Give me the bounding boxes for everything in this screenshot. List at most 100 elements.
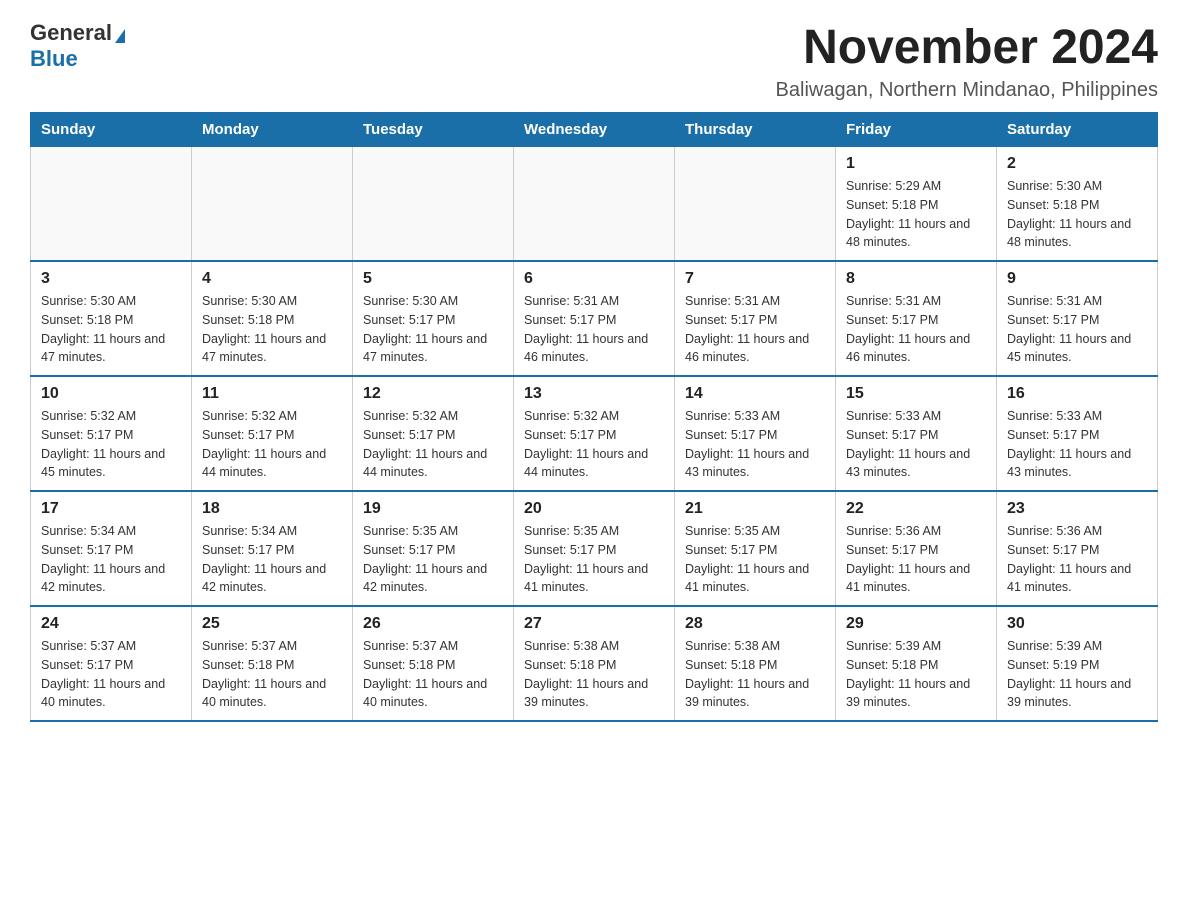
day-info: Sunrise: 5:31 AMSunset: 5:17 PMDaylight:…	[1007, 292, 1147, 367]
day-info: Sunrise: 5:30 AMSunset: 5:18 PMDaylight:…	[41, 292, 181, 367]
header: General Blue November 2024 Baliwagan, No…	[30, 20, 1158, 102]
day-number: 7	[685, 270, 825, 288]
calendar-cell	[675, 147, 836, 262]
day-number: 19	[363, 500, 503, 518]
calendar-header-wednesday: Wednesday	[514, 113, 675, 147]
calendar-cell: 30 Sunrise: 5:39 AMSunset: 5:19 PMDayligh…	[997, 606, 1158, 721]
calendar-table: SundayMondayTuesdayWednesdayThursdayFrid…	[30, 112, 1158, 722]
calendar-cell: 25Sunrise: 5:37 AMSunset: 5:18 PMDayligh…	[192, 606, 353, 721]
day-number: 4	[202, 270, 342, 288]
calendar-week-row: 1 Sunrise: 5:29 AMSunset: 5:18 PMDaylight…	[31, 147, 1158, 262]
calendar-header-row: SundayMondayTuesdayWednesdayThursdayFrid…	[31, 113, 1158, 147]
calendar-header-tuesday: Tuesday	[353, 113, 514, 147]
day-number: 3	[41, 270, 181, 288]
day-info: Sunrise: 5:30 AMSunset: 5:17 PMDaylight:…	[363, 292, 503, 367]
day-number: 11	[202, 385, 342, 403]
day-info: Sunrise: 5:30 AMSunset: 5:18 PMDaylight:…	[1007, 177, 1147, 252]
day-info: Sunrise: 5:33 AMSunset: 5:17 PMDaylight:…	[685, 407, 825, 482]
day-info: Sunrise: 5:32 AMSunset: 5:17 PMDaylight:…	[524, 407, 664, 482]
calendar-cell: 3 Sunrise: 5:30 AMSunset: 5:18 PMDaylight…	[31, 261, 192, 376]
calendar-cell: 7 Sunrise: 5:31 AMSunset: 5:17 PMDaylight…	[675, 261, 836, 376]
day-info: Sunrise: 5:32 AMSunset: 5:17 PMDaylight:…	[41, 407, 181, 482]
calendar-header-friday: Friday	[836, 113, 997, 147]
calendar-cell: 1 Sunrise: 5:29 AMSunset: 5:18 PMDaylight…	[836, 147, 997, 262]
day-info: Sunrise: 5:37 AMSunset: 5:17 PMDaylight:…	[41, 637, 181, 712]
calendar-header-saturday: Saturday	[997, 113, 1158, 147]
logo-triangle-icon	[115, 29, 125, 43]
day-number: 20	[524, 500, 664, 518]
day-number: 24	[41, 615, 181, 633]
calendar-cell: 23 Sunrise: 5:36 AMSunset: 5:17 PMDayligh…	[997, 491, 1158, 606]
calendar-cell: 9 Sunrise: 5:31 AMSunset: 5:17 PMDaylight…	[997, 261, 1158, 376]
day-info: Sunrise: 5:36 AMSunset: 5:17 PMDaylight:…	[846, 522, 986, 597]
day-number: 10	[41, 385, 181, 403]
day-number: 27	[524, 615, 664, 633]
subtitle: Baliwagan, Northern Mindanao, Philippine…	[776, 79, 1158, 102]
calendar-cell: 10 Sunrise: 5:32 AMSunset: 5:17 PMDayligh…	[31, 376, 192, 491]
calendar-header-sunday: Sunday	[31, 113, 192, 147]
day-info: Sunrise: 5:37 AMSunset: 5:18 PMDaylight:…	[363, 637, 503, 712]
calendar-cell: 8Sunrise: 5:31 AMSunset: 5:17 PMDaylight…	[836, 261, 997, 376]
day-number: 16	[1007, 385, 1147, 403]
calendar-cell: 28 Sunrise: 5:38 AMSunset: 5:18 PMDayligh…	[675, 606, 836, 721]
calendar-cell: 24 Sunrise: 5:37 AMSunset: 5:17 PMDayligh…	[31, 606, 192, 721]
calendar-cell: 22 Sunrise: 5:36 AMSunset: 5:17 PMDayligh…	[836, 491, 997, 606]
day-number: 2	[1007, 155, 1147, 173]
day-info: Sunrise: 5:35 AMSunset: 5:17 PMDaylight:…	[524, 522, 664, 597]
logo: General Blue	[30, 20, 125, 72]
day-number: 22	[846, 500, 986, 518]
day-info: Sunrise: 5:38 AMSunset: 5:18 PMDaylight:…	[685, 637, 825, 712]
calendar-cell: 13 Sunrise: 5:32 AMSunset: 5:17 PMDayligh…	[514, 376, 675, 491]
calendar-cell: 5Sunrise: 5:30 AMSunset: 5:17 PMDaylight…	[353, 261, 514, 376]
title-area: November 2024 Baliwagan, Northern Mindan…	[776, 20, 1158, 102]
day-info: Sunrise: 5:29 AMSunset: 5:18 PMDaylight:…	[846, 177, 986, 252]
day-number: 30	[1007, 615, 1147, 633]
calendar-cell: 26Sunrise: 5:37 AMSunset: 5:18 PMDayligh…	[353, 606, 514, 721]
day-info: Sunrise: 5:39 AMSunset: 5:19 PMDaylight:…	[1007, 637, 1147, 712]
day-info: Sunrise: 5:33 AMSunset: 5:17 PMDaylight:…	[846, 407, 986, 482]
calendar-cell: 6 Sunrise: 5:31 AMSunset: 5:17 PMDaylight…	[514, 261, 675, 376]
logo-general: General	[30, 20, 112, 45]
day-info: Sunrise: 5:35 AMSunset: 5:17 PMDaylight:…	[363, 522, 503, 597]
day-number: 29	[846, 615, 986, 633]
day-info: Sunrise: 5:34 AMSunset: 5:17 PMDaylight:…	[202, 522, 342, 597]
logo-blue: Blue	[30, 46, 78, 71]
calendar-cell	[192, 147, 353, 262]
day-number: 1	[846, 155, 986, 173]
day-info: Sunrise: 5:33 AMSunset: 5:17 PMDaylight:…	[1007, 407, 1147, 482]
day-info: Sunrise: 5:31 AMSunset: 5:17 PMDaylight:…	[685, 292, 825, 367]
calendar-cell: 21Sunrise: 5:35 AMSunset: 5:17 PMDayligh…	[675, 491, 836, 606]
calendar-cell: 11 Sunrise: 5:32 AMSunset: 5:17 PMDayligh…	[192, 376, 353, 491]
calendar-cell: 18Sunrise: 5:34 AMSunset: 5:17 PMDayligh…	[192, 491, 353, 606]
calendar-cell	[31, 147, 192, 262]
day-number: 6	[524, 270, 664, 288]
calendar-cell: 16 Sunrise: 5:33 AMSunset: 5:17 PMDayligh…	[997, 376, 1158, 491]
calendar-cell: 2 Sunrise: 5:30 AMSunset: 5:18 PMDaylight…	[997, 147, 1158, 262]
day-number: 14	[685, 385, 825, 403]
day-number: 28	[685, 615, 825, 633]
calendar-cell: 15 Sunrise: 5:33 AMSunset: 5:17 PMDayligh…	[836, 376, 997, 491]
day-number: 13	[524, 385, 664, 403]
day-number: 23	[1007, 500, 1147, 518]
calendar-cell	[514, 147, 675, 262]
calendar-cell: 17Sunrise: 5:34 AMSunset: 5:17 PMDayligh…	[31, 491, 192, 606]
calendar-week-row: 10 Sunrise: 5:32 AMSunset: 5:17 PMDayligh…	[31, 376, 1158, 491]
day-number: 8	[846, 270, 986, 288]
day-info: Sunrise: 5:30 AMSunset: 5:18 PMDaylight:…	[202, 292, 342, 367]
day-number: 12	[363, 385, 503, 403]
calendar-cell	[353, 147, 514, 262]
calendar-cell: 4 Sunrise: 5:30 AMSunset: 5:18 PMDaylight…	[192, 261, 353, 376]
day-info: Sunrise: 5:31 AMSunset: 5:17 PMDaylight:…	[524, 292, 664, 367]
calendar-cell: 20 Sunrise: 5:35 AMSunset: 5:17 PMDayligh…	[514, 491, 675, 606]
day-info: Sunrise: 5:32 AMSunset: 5:17 PMDaylight:…	[202, 407, 342, 482]
day-number: 15	[846, 385, 986, 403]
day-info: Sunrise: 5:36 AMSunset: 5:17 PMDaylight:…	[1007, 522, 1147, 597]
day-number: 21	[685, 500, 825, 518]
calendar-cell: 14 Sunrise: 5:33 AMSunset: 5:17 PMDayligh…	[675, 376, 836, 491]
day-info: Sunrise: 5:32 AMSunset: 5:17 PMDaylight:…	[363, 407, 503, 482]
calendar-header-thursday: Thursday	[675, 113, 836, 147]
page-title: November 2024	[776, 20, 1158, 75]
calendar-week-row: 24 Sunrise: 5:37 AMSunset: 5:17 PMDayligh…	[31, 606, 1158, 721]
day-number: 9	[1007, 270, 1147, 288]
calendar-week-row: 3 Sunrise: 5:30 AMSunset: 5:18 PMDaylight…	[31, 261, 1158, 376]
